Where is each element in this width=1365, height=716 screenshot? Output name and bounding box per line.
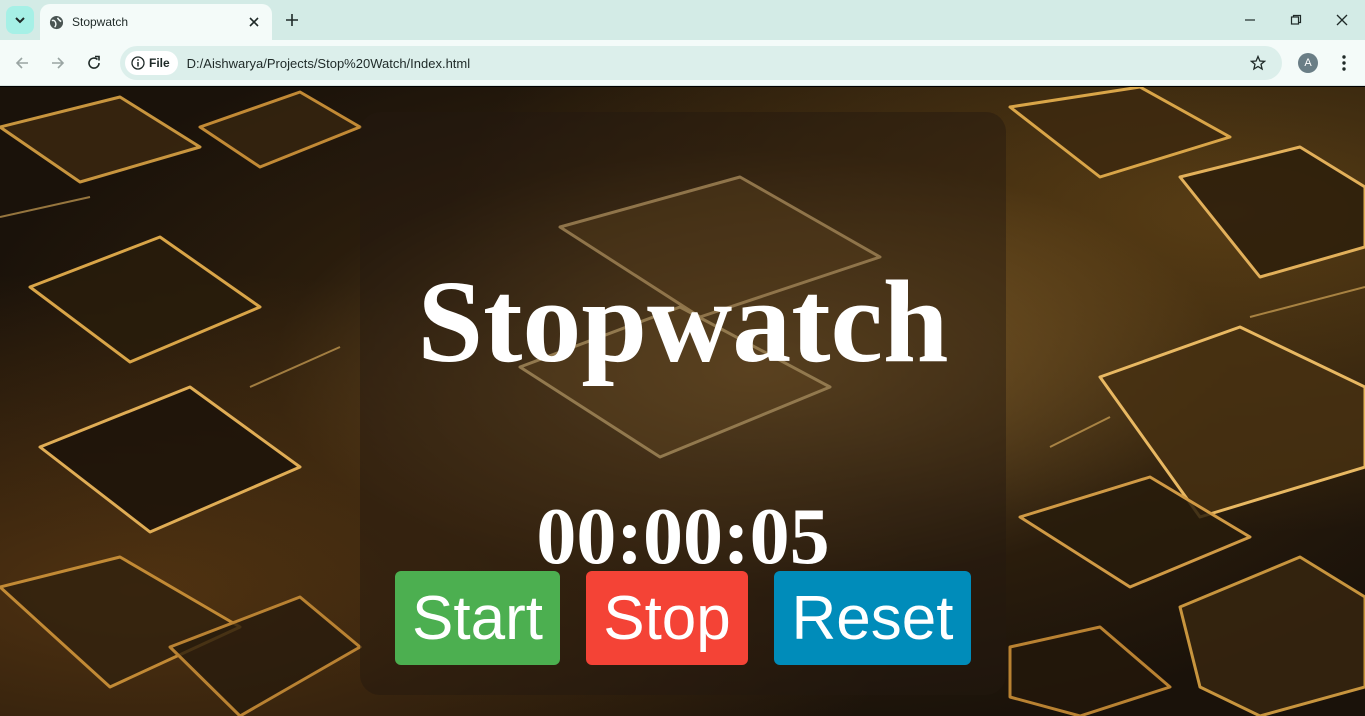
browser-toolbar: File D:/Aishwarya/Projects/Stop%20Watch/… (0, 40, 1365, 86)
reload-button[interactable] (79, 48, 109, 78)
stop-button[interactable]: Stop (586, 571, 748, 665)
tab-close-icon[interactable] (242, 10, 266, 34)
arrow-left-icon (15, 57, 28, 69)
forward-button[interactable] (43, 48, 73, 78)
globe-icon (48, 14, 64, 30)
star-icon (1250, 55, 1266, 71)
new-tab-button[interactable] (280, 8, 304, 32)
page-viewport: Stopwatch 00:00:05 Start Stop Reset (0, 87, 1365, 716)
more-vertical-icon (1342, 55, 1346, 71)
reload-icon (88, 55, 100, 69)
bookmark-button[interactable] (1246, 51, 1270, 75)
reset-button[interactable]: Reset (774, 571, 971, 665)
minimize-icon (1245, 19, 1255, 21)
profile-avatar[interactable]: A (1298, 53, 1318, 73)
tab-search-button[interactable] (6, 6, 34, 34)
start-button[interactable]: Start (395, 571, 560, 665)
page-title: Stopwatch (417, 256, 949, 387)
close-icon (1336, 14, 1348, 26)
browser-menu-button[interactable] (1332, 50, 1356, 76)
stopwatch-panel: Stopwatch 00:00:05 Start Stop Reset (360, 112, 1006, 695)
restore-button[interactable] (1273, 0, 1319, 40)
browser-tab-strip: Stopwatch (0, 0, 1365, 40)
browser-tab[interactable]: Stopwatch (40, 4, 272, 40)
arrow-right-icon (52, 57, 65, 69)
plus-icon (286, 14, 298, 26)
time-display: 00:00:05 (536, 493, 830, 581)
address-bar[interactable]: File D:/Aishwarya/Projects/Stop%20Watch/… (120, 46, 1282, 80)
info-icon (131, 56, 145, 70)
tab-title: Stopwatch (72, 15, 129, 29)
site-info-label: File (149, 56, 170, 70)
chevron-down-icon (15, 17, 25, 24)
site-info-chip[interactable]: File (125, 51, 178, 75)
minimize-button[interactable] (1227, 0, 1273, 40)
back-button[interactable] (7, 48, 37, 78)
url-text: D:/Aishwarya/Projects/Stop%20Watch/Index… (186, 55, 471, 71)
restore-icon (1290, 14, 1302, 25)
close-window-button[interactable] (1319, 0, 1365, 40)
